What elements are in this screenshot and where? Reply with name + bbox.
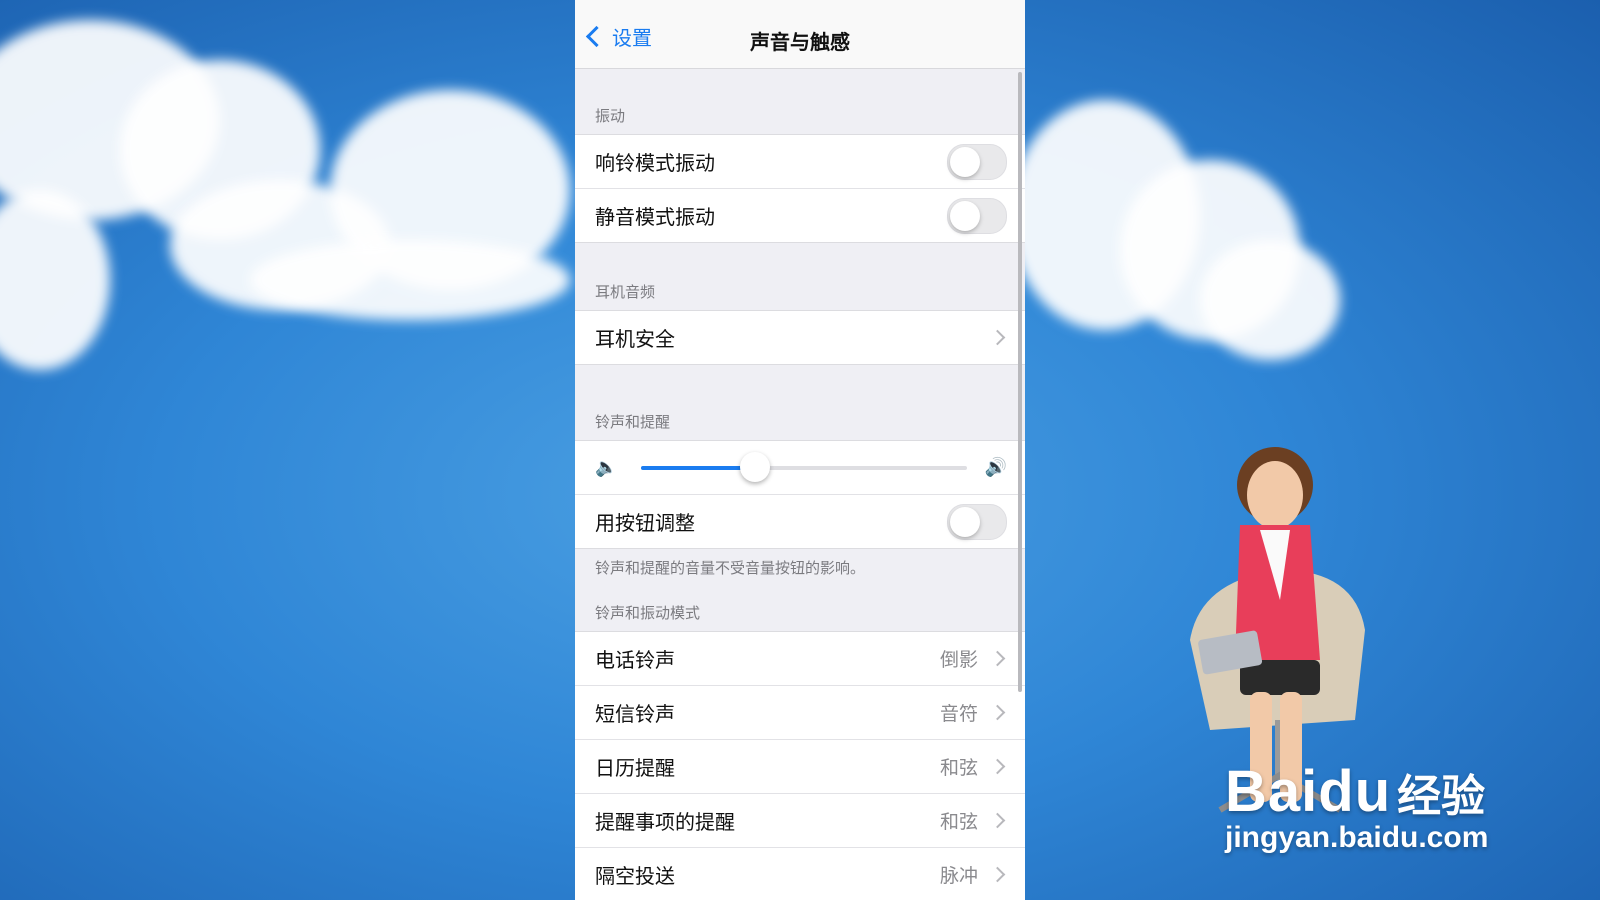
chevron-right-icon [989, 329, 1006, 346]
row-label: 隔空投送 [595, 864, 675, 888]
row-value: 脉冲 [939, 865, 978, 887]
section-header-ringer: 铃声和提醒 [595, 413, 671, 431]
volume-slider-row: 🔈 🔊 [575, 441, 1025, 495]
volume-slider[interactable] [641, 451, 967, 482]
ring-vibrate-toggle[interactable] [947, 143, 1007, 180]
scrollbar[interactable] [1018, 72, 1022, 692]
row-value: 音符 [939, 703, 978, 725]
navigation-bar: 设置 声音与触感 [575, 0, 1025, 69]
volume-thumb[interactable] [740, 451, 771, 482]
chevron-right-icon [989, 866, 1006, 883]
ringer-footnote: 铃声和提醒的音量不受音量按钮的影响。 [595, 559, 866, 577]
chevron-right-icon [989, 812, 1006, 829]
speaker-low-icon: 🔈 [595, 457, 618, 478]
adjust-with-buttons-row: 用按钮调整 [575, 495, 1025, 548]
reminder-alert-row[interactable]: 提醒事项的提醒 和弦 [575, 794, 1025, 848]
row-label: 电话铃声 [595, 648, 675, 672]
row-label: 用按钮调整 [595, 511, 695, 535]
section-header-vibration: 振动 [595, 107, 626, 125]
baidu-watermark: Baidu 经验 jingyan.baidu.com [1225, 758, 1488, 855]
cloud [250, 240, 570, 320]
row-label: 提醒事项的提醒 [595, 810, 735, 834]
baidu-logo: Bai [1225, 759, 1319, 824]
chevron-right-icon [989, 704, 1006, 721]
toggle-knob [950, 146, 980, 177]
chevron-right-icon [989, 650, 1006, 667]
volume-fill [641, 465, 756, 470]
row-label: 静音模式振动 [595, 205, 715, 229]
vibration-group: 响铃模式振动 静音模式振动 [575, 134, 1025, 243]
patterns-group: 电话铃声 倒影 短信铃声 音符 日历提醒 和弦 提醒事项的提醒 和弦 隔空投送 … [575, 631, 1025, 900]
adjust-with-buttons-toggle[interactable] [947, 503, 1007, 540]
calendar-alert-row[interactable]: 日历提醒 和弦 [575, 740, 1025, 794]
settings-screen: 设置 声音与触感 振动 响铃模式振动 静音模式振动 耳机音频 耳机安全 铃声和提… [575, 0, 1025, 900]
headphone-safety-row[interactable]: 耳机安全 [575, 311, 1025, 364]
ringtone-row[interactable]: 电话铃声 倒影 [575, 632, 1025, 686]
section-header-patterns: 铃声和振动模式 [595, 604, 701, 622]
row-value: 和弦 [939, 811, 978, 833]
headphone-group: 耳机安全 [575, 310, 1025, 365]
jingyan-label: 经验 [1397, 772, 1486, 821]
ringer-group: 🔈 🔊 用按钮调整 [575, 440, 1025, 549]
airdrop-row[interactable]: 隔空投送 脉冲 [575, 848, 1025, 900]
text-tone-row[interactable]: 短信铃声 音符 [575, 686, 1025, 740]
silent-vibrate-toggle[interactable] [947, 197, 1007, 234]
chevron-right-icon [989, 758, 1006, 775]
row-value: 倒影 [939, 649, 978, 671]
toggle-knob [950, 200, 980, 231]
page-title: 声音与触感 [750, 30, 850, 54]
section-header-headphone: 耳机音频 [595, 283, 656, 301]
silent-vibrate-row: 静音模式振动 [575, 189, 1025, 242]
watermark-url: jingyan.baidu.com [1225, 821, 1489, 854]
row-label: 短信铃声 [595, 702, 675, 726]
speaker-high-icon: 🔊 [984, 457, 1007, 478]
row-label: 日历提醒 [595, 756, 675, 780]
row-label: 耳机安全 [595, 327, 675, 351]
cloud [1200, 240, 1340, 360]
row-value: 和弦 [939, 757, 978, 779]
ring-vibrate-row: 响铃模式振动 [575, 135, 1025, 189]
row-label: 响铃模式振动 [595, 151, 715, 175]
toggle-knob [950, 506, 980, 537]
baidu-logo-du: du [1318, 759, 1392, 824]
